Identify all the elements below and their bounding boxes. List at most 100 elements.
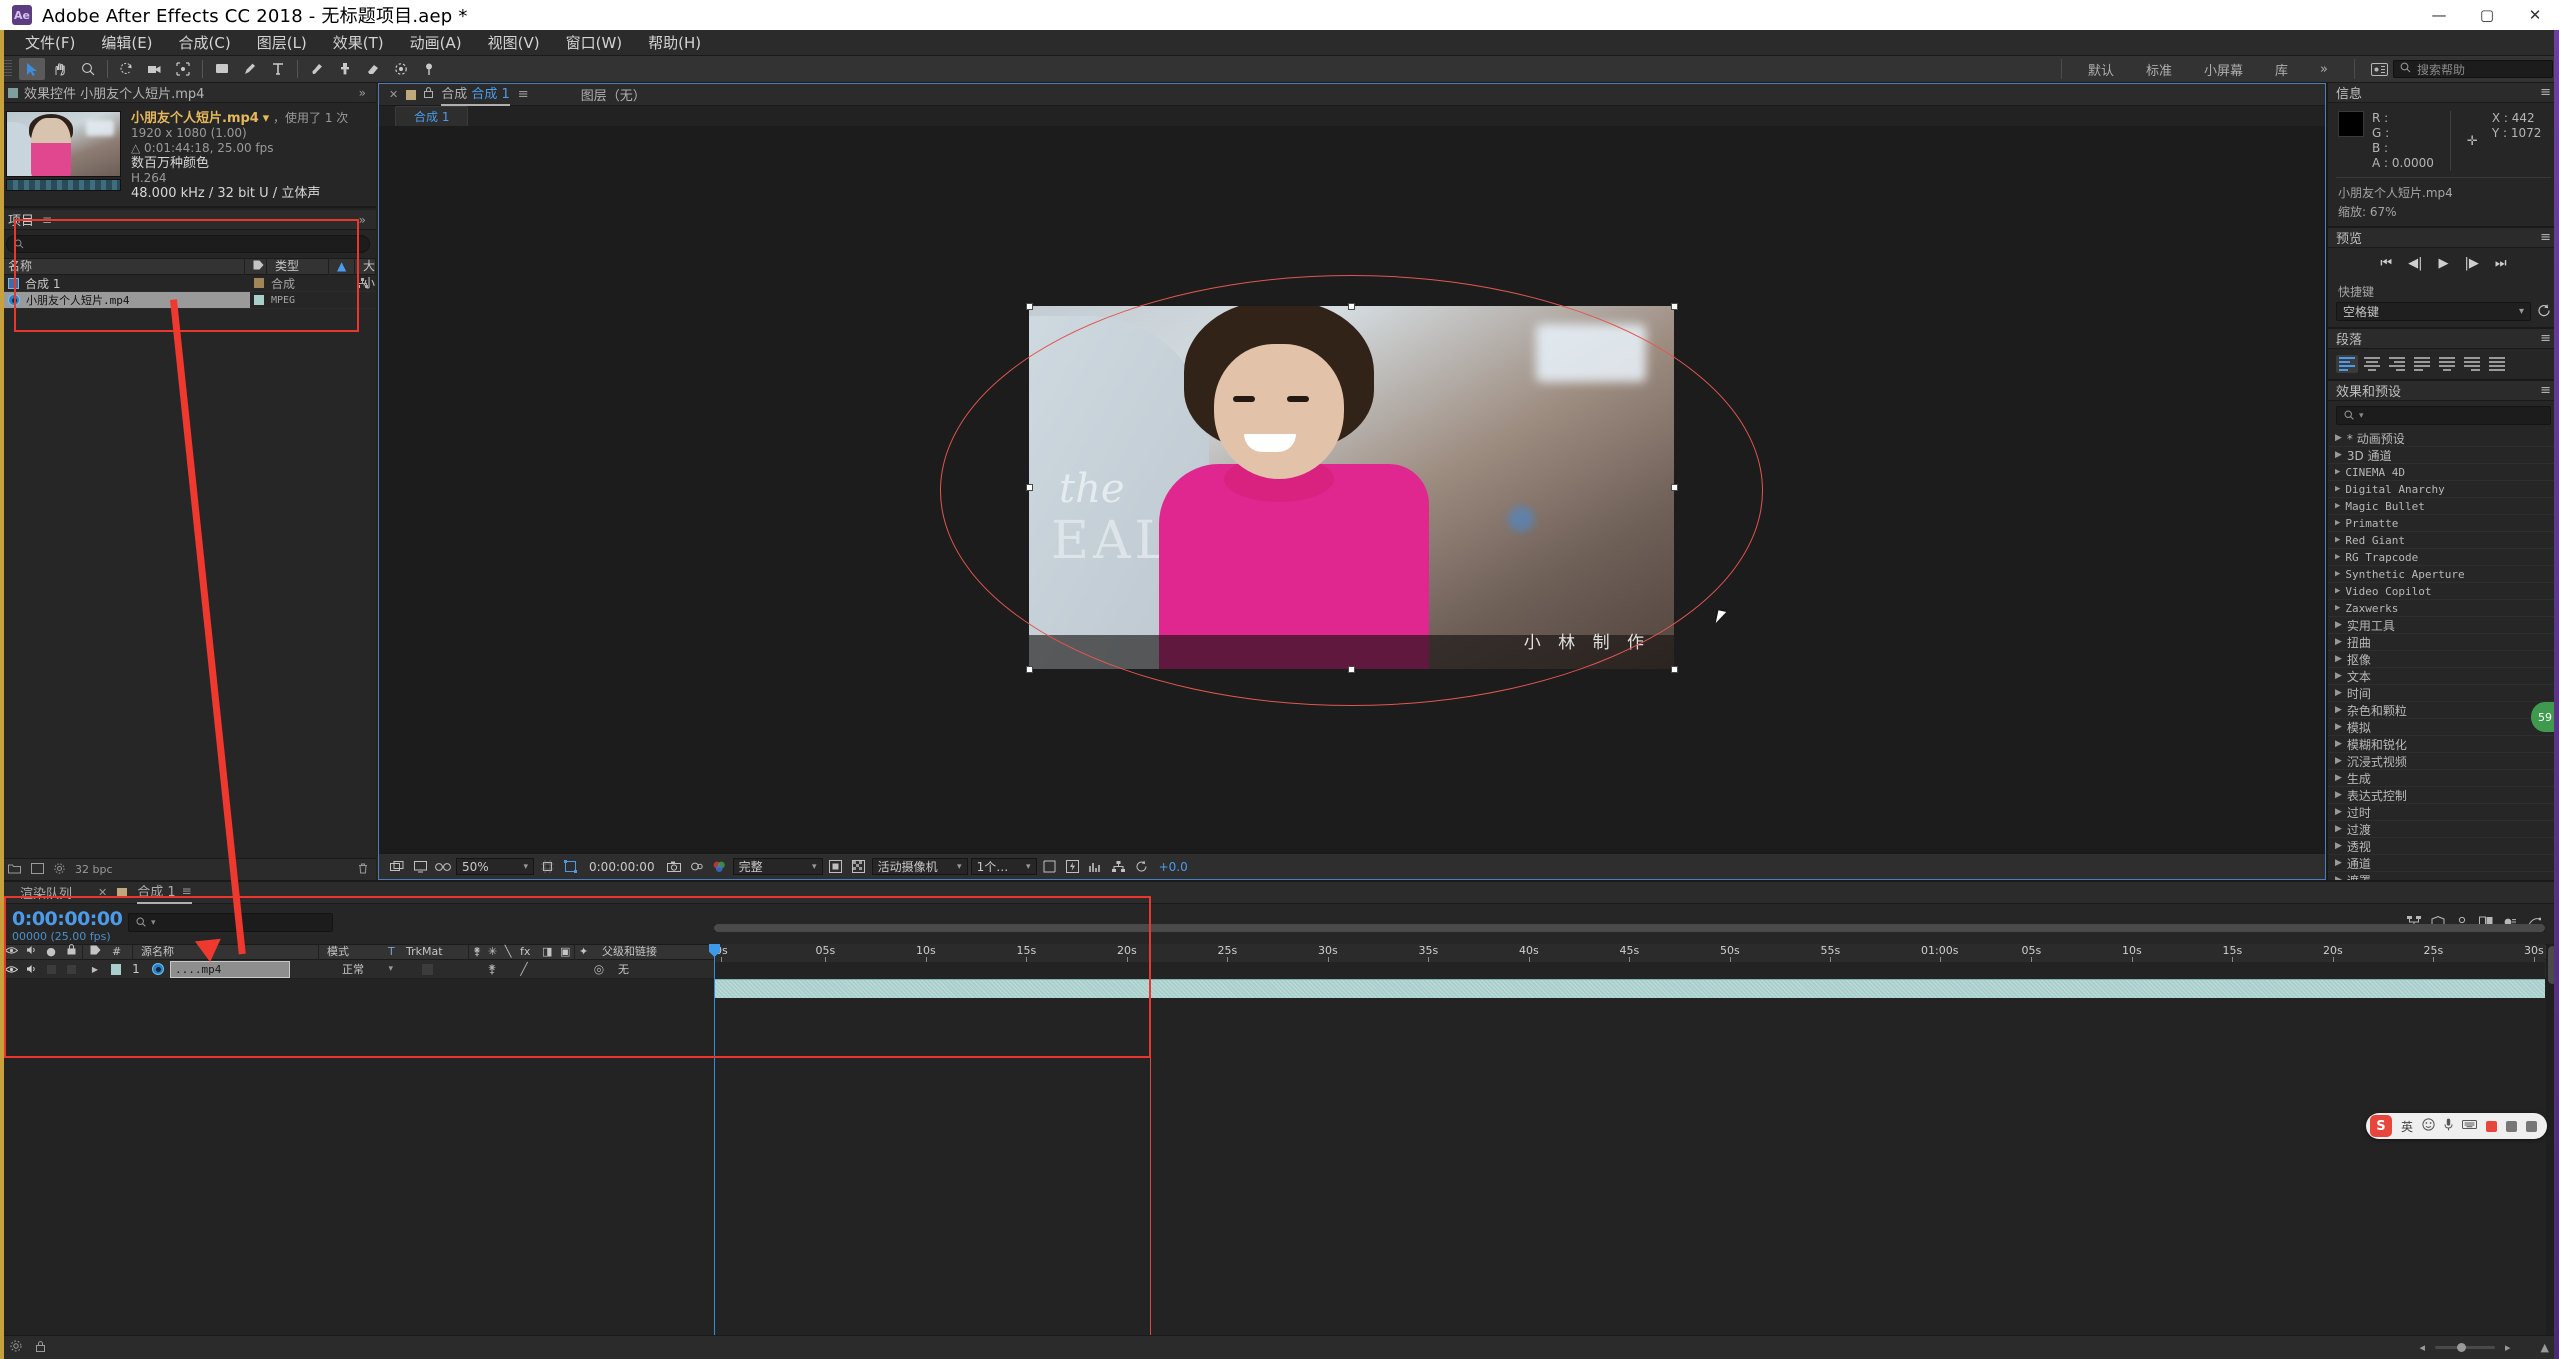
t-header[interactable]: T [384, 944, 402, 960]
first-frame-button[interactable]: ⏮ [2380, 256, 2392, 271]
chevron-right-icon[interactable]: ▶ [2335, 654, 2342, 664]
layer-audio-icon[interactable] [22, 960, 42, 979]
justify-last-right-icon[interactable] [2461, 355, 2483, 373]
layer-name-input[interactable]: ....mp4 [170, 960, 290, 978]
chevron-right-icon[interactable]: ▶ [2335, 824, 2342, 834]
effects-category-item[interactable]: ▶ 透视 [2328, 838, 2559, 855]
footage-dropdown-icon[interactable]: ▾ [263, 111, 270, 126]
effects-category-item[interactable]: ▶ 文本 [2328, 668, 2559, 685]
composition-menu-icon[interactable]: ≡ [518, 87, 529, 102]
pen-tool-icon[interactable] [237, 58, 263, 80]
effects-category-item[interactable]: ▶ Red Giant [2328, 532, 2559, 549]
effects-presets-menu-icon[interactable]: ≡ [2540, 383, 2551, 398]
effects-category-item[interactable]: ▶ 模糊和锐化 [2328, 736, 2559, 753]
workspace-library[interactable]: 库 [2259, 60, 2304, 79]
workspace-overflow-button[interactable]: » [2304, 62, 2344, 77]
project-col-size[interactable]: 大小 [355, 258, 376, 290]
selection-tool-icon[interactable] [19, 58, 45, 80]
toolbox-icon[interactable] [2506, 1120, 2517, 1132]
selection-handle-tr[interactable] [1671, 303, 1678, 310]
preview-panel-menu-icon[interactable]: ≡ [2540, 230, 2551, 245]
resolution-dropdown[interactable]: 完整 ▾ [732, 858, 823, 875]
chevron-right-icon[interactable]: ▶ [2335, 637, 2342, 647]
sogou-logo-icon[interactable]: S [2369, 1115, 2392, 1137]
delete-icon[interactable] [358, 863, 376, 877]
project-sort-arrow-icon[interactable]: ▲ [329, 258, 355, 275]
effect-controls-overflow-icon[interactable]: » [359, 86, 376, 100]
chevron-right-icon[interactable]: ▶ [2335, 807, 2342, 817]
project-col-type[interactable]: 类型 [267, 258, 329, 275]
menu-edit[interactable]: 编辑(E) [88, 30, 165, 56]
chevron-right-icon[interactable]: ▶ [2335, 450, 2342, 460]
lock-icon[interactable] [424, 87, 434, 102]
effects-category-item[interactable]: ▶ 生成 [2328, 770, 2559, 787]
justify-all-icon[interactable] [2486, 355, 2508, 373]
timeline-horizontal-scrollbar[interactable] [714, 924, 2545, 932]
effects-category-item[interactable]: ▶ 3D 通道 [2328, 447, 2559, 464]
project-settings-icon[interactable] [54, 862, 65, 877]
clone-stamp-tool-icon[interactable] [332, 58, 358, 80]
effects-category-list[interactable]: ▶ * 动画预设 ▶ 3D 通道 ▶ CINEMA 4D ▶ Digital Anarchy ▶… [2328, 430, 2559, 889]
composition-tab-label[interactable]: 合成 合成 1 [441, 83, 510, 106]
new-folder-icon[interactable] [8, 863, 21, 877]
layer-source-cell[interactable]: ....mp4 [148, 960, 334, 979]
chevron-right-icon[interactable]: ▶ [2335, 858, 2342, 868]
effects-category-item[interactable]: ▶ 模拟 [2328, 719, 2559, 736]
menu-effect[interactable]: 效果(T) [320, 30, 397, 56]
timeline-current-time[interactable]: 0:00:00:00 [12, 908, 123, 930]
index-header[interactable]: # [108, 944, 132, 960]
project-color-depth[interactable]: 32 bpc [75, 863, 113, 876]
close-button[interactable]: ✕ [2511, 0, 2559, 30]
reset-icon[interactable] [2537, 302, 2551, 321]
project-row-composition[interactable]: 合成 1 合成 [0, 275, 376, 292]
workspace-default[interactable]: 默认 [2072, 60, 2130, 79]
always-preview-icon[interactable] [387, 858, 407, 876]
chevron-right-icon[interactable]: ▶ [2335, 501, 2340, 511]
effects-category-item[interactable]: ▶ 杂色和颗粒 [2328, 702, 2559, 719]
tab-composition-1[interactable]: 合成 1 ≡ [137, 881, 192, 904]
fast-previews-icon[interactable] [1063, 858, 1083, 876]
layer-parent-toggle-icon[interactable]: ⚵ [484, 960, 500, 979]
hand-tool-icon[interactable] [47, 58, 73, 80]
channels-icon[interactable] [710, 858, 730, 876]
chevron-right-icon[interactable]: ▶ [2335, 705, 2342, 715]
breadcrumb-comp1[interactable]: 合成 1 [395, 105, 469, 127]
effects-category-item[interactable]: ▶ Synthetic Aperture [2328, 566, 2559, 583]
effects-category-item[interactable]: ▶ Magic Bullet [2328, 498, 2559, 515]
effects-category-item[interactable]: ▶ 通道 [2328, 855, 2559, 872]
project-overflow-icon[interactable]: » [359, 213, 376, 227]
chevron-right-icon[interactable]: ▶ [92, 965, 98, 974]
pixel-aspect-correction-icon[interactable] [1040, 858, 1060, 876]
camera-dropdown[interactable]: 活动摄像机 ▾ [871, 858, 968, 875]
effects-category-item[interactable]: ▶ RG Trapcode [2328, 549, 2559, 566]
align-right-icon[interactable] [2386, 355, 2408, 373]
effects-category-item[interactable]: ▶ 过时 [2328, 804, 2559, 821]
layer-duration-bar[interactable] [714, 979, 2545, 998]
project-row-footage[interactable]: 小朋友个人短片.mp4 MPEG [0, 292, 376, 309]
chevron-right-icon[interactable]: ▶ [2335, 586, 2340, 596]
effects-category-item[interactable]: ▶ Primatte [2328, 515, 2559, 532]
mic-icon[interactable] [2444, 1118, 2453, 1134]
layer-mode-dropdown[interactable]: 正常 ▾ [334, 960, 400, 979]
pan-behind-tool-icon[interactable] [170, 58, 196, 80]
next-frame-button[interactable]: |▶ [2465, 256, 2479, 271]
effects-category-item[interactable]: ▶ Zaxwerks [2328, 600, 2559, 617]
chevron-right-icon[interactable]: ▶ [2335, 756, 2342, 766]
status-lock-icon[interactable] [36, 1340, 45, 1355]
exposure-value[interactable]: +0.0 [1159, 860, 1188, 874]
emoji-icon[interactable] [2422, 1118, 2435, 1134]
chevron-right-icon[interactable]: ▶ [2335, 484, 2340, 494]
region-of-interest-icon[interactable] [560, 858, 580, 876]
comp-flowchart-icon[interactable] [1109, 858, 1129, 876]
layer-collapse-icon[interactable]: ◎ [590, 960, 608, 979]
project-menu-icon[interactable]: ≡ [42, 213, 52, 227]
source-name-header[interactable]: 源名称 [132, 944, 318, 960]
rotation-tool-icon[interactable] [114, 58, 140, 80]
chevron-right-icon[interactable]: ▶ [2335, 688, 2342, 698]
mode-header[interactable]: 模式 [318, 944, 384, 960]
layer-trkmat-cell[interactable] [418, 960, 484, 979]
chevron-right-icon[interactable]: ▶ [2335, 722, 2342, 732]
previous-frame-button[interactable]: ◀| [2408, 256, 2422, 271]
trkmat-header[interactable]: TrkMat [402, 944, 468, 960]
chevron-right-icon[interactable]: ▶ [2335, 603, 2340, 613]
